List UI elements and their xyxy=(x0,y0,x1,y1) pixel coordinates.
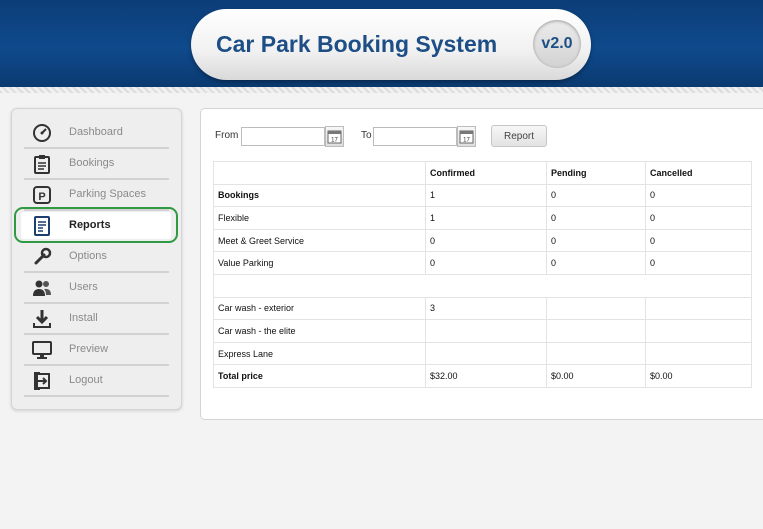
header-bar: Car Park Booking System v2.0 xyxy=(0,0,763,87)
table-cell xyxy=(546,341,646,366)
table-cell xyxy=(425,319,547,343)
table-cell: 0 xyxy=(546,183,646,208)
table-cell xyxy=(425,341,547,366)
table-cell: 0 xyxy=(546,206,646,230)
from-date-input[interactable] xyxy=(241,127,325,146)
sidebar-item-label: Reports xyxy=(69,219,111,231)
sidebar-item-users[interactable]: Users xyxy=(24,275,169,304)
table-cell: 0 xyxy=(425,251,547,275)
table-cell: 1 xyxy=(425,183,547,208)
from-label: From xyxy=(215,130,239,141)
sidebar-item-parking-spaces[interactable]: P Parking Spaces xyxy=(24,182,169,211)
table-cell xyxy=(645,296,752,321)
header-cell-cancelled: Cancelled xyxy=(645,161,752,185)
users-icon xyxy=(32,278,52,298)
header-cell-confirmed: Confirmed xyxy=(425,161,547,185)
monitor-icon xyxy=(32,340,52,360)
table-row: Flexible 1 0 0 xyxy=(213,206,752,230)
download-icon xyxy=(32,309,52,329)
table-header-row: Confirmed Pending Cancelled xyxy=(213,161,752,185)
sidebar-item-bookings[interactable]: Bookings xyxy=(24,151,169,180)
table-spacer-row xyxy=(213,273,752,298)
table-cell: $0.00 xyxy=(645,364,752,388)
table-cell: $0.00 xyxy=(546,364,646,388)
sidebar-item-options[interactable]: Options xyxy=(24,244,169,273)
table-cell: 0 xyxy=(645,206,752,230)
sidebar-item-install[interactable]: Install xyxy=(24,306,169,335)
row-label: Express Lane xyxy=(213,341,426,366)
table-row: Bookings 1 0 0 xyxy=(213,183,752,208)
calendar-icon: 17 xyxy=(327,130,342,144)
from-calendar-button[interactable]: 17 xyxy=(325,126,344,147)
header-stripe xyxy=(0,87,763,93)
app-title: Car Park Booking System xyxy=(216,31,498,57)
svg-text:17: 17 xyxy=(463,138,470,144)
logout-icon xyxy=(32,371,52,391)
table-cell: 0 xyxy=(425,228,547,253)
table-row: Meet & Greet Service 0 0 0 xyxy=(213,228,752,253)
table-row: Value Parking 0 0 0 xyxy=(213,251,752,275)
row-label: Meet & Greet Service xyxy=(213,228,426,253)
table-cell xyxy=(645,341,752,366)
table-cell: 0 xyxy=(645,183,752,208)
row-label: Car wash - the elite xyxy=(213,319,426,343)
sidebar-item-logout[interactable]: Logout xyxy=(24,368,169,397)
sidebar-item-reports[interactable]: Reports xyxy=(24,213,169,242)
row-label: Car wash - exterior xyxy=(213,296,426,321)
table-cell: 3 xyxy=(425,296,547,321)
wrench-icon xyxy=(32,247,52,267)
table-cell: $32.00 xyxy=(425,364,547,388)
sidebar-item-dashboard[interactable]: Dashboard xyxy=(24,120,169,149)
to-label: To xyxy=(361,130,372,141)
header-cell-pending: Pending xyxy=(546,161,646,185)
table-cell xyxy=(546,319,646,343)
table-cell: 1 xyxy=(425,206,547,230)
sidebar: Dashboard Bookings P Parking Spaces Repo… xyxy=(11,108,182,410)
report-table: Confirmed Pending Cancelled Bookings 1 0… xyxy=(213,161,752,388)
svg-text:P: P xyxy=(38,191,45,203)
row-label: Bookings xyxy=(213,183,426,208)
sidebar-item-label: Options xyxy=(69,250,107,262)
table-row: Car wash - exterior 3 xyxy=(213,296,752,321)
sidebar-item-label: Preview xyxy=(69,343,109,355)
parking-icon: P xyxy=(32,185,52,205)
title-badge: Car Park Booking System v2.0 xyxy=(191,9,591,80)
to-calendar-button[interactable]: 17 xyxy=(457,126,476,147)
dashboard-gauge-icon xyxy=(32,123,52,143)
table-cell: 0 xyxy=(546,228,646,253)
table-cell: 0 xyxy=(546,251,646,275)
table-cell: 0 xyxy=(645,228,752,253)
clipboard-icon xyxy=(32,154,52,174)
table-cell xyxy=(645,319,752,343)
spacer-cell xyxy=(213,273,752,298)
report-document-icon xyxy=(32,216,52,236)
sidebar-item-label: Bookings xyxy=(69,157,115,169)
sidebar-item-label: Logout xyxy=(69,374,103,386)
sidebar-item-label: Install xyxy=(69,312,98,324)
header-cell xyxy=(213,161,426,185)
version-badge: v2.0 xyxy=(533,20,581,68)
sidebar-item-preview[interactable]: Preview xyxy=(24,337,169,366)
table-row: Express Lane xyxy=(213,341,752,366)
report-button[interactable]: Report xyxy=(491,125,547,147)
table-cell: 0 xyxy=(645,251,752,275)
row-label: Flexible xyxy=(213,206,426,230)
svg-text:17: 17 xyxy=(331,138,338,144)
to-date-input[interactable] xyxy=(373,127,457,146)
sidebar-item-label: Users xyxy=(69,281,98,293)
table-cell xyxy=(546,296,646,321)
sidebar-item-label: Dashboard xyxy=(69,126,123,138)
report-panel: From 17 To 17 Report Confirmed Pending C… xyxy=(200,108,763,420)
row-label: Total price xyxy=(213,364,426,388)
row-label: Value Parking xyxy=(213,251,426,275)
calendar-icon: 17 xyxy=(459,130,474,144)
table-total-row: Total price $32.00 $0.00 $0.00 xyxy=(213,364,752,388)
table-row: Car wash - the elite xyxy=(213,319,752,343)
sidebar-item-label: Parking Spaces xyxy=(69,188,147,200)
